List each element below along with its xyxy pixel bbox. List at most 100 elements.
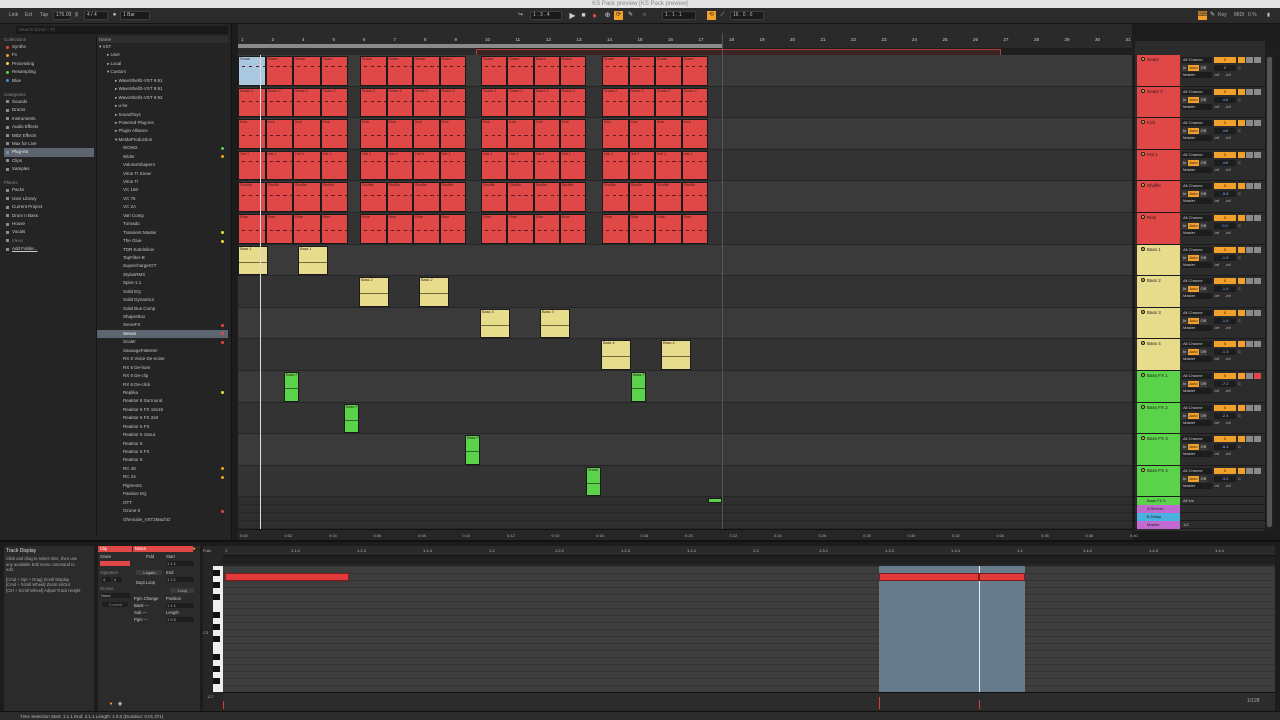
audio-to-selector[interactable]: Master [1182,451,1212,458]
track-header[interactable]: Bass 1 All Channe In Auto Off Master 0 -1.6 -inf… [1135,244,1265,277]
arm-button[interactable] [1246,373,1253,379]
return-track-header[interactable]: A Reverb [1135,505,1265,514]
arrangement-lane[interactable]: Bass FX [238,434,1132,466]
play-icon[interactable]: ▶ [568,11,577,20]
midi-clip[interactable]: Kick [559,119,586,149]
track-header[interactable]: Kick All Channe In Auto Off Master 0 -inf -inf -i… [1135,118,1265,150]
track-header[interactable]: Hat 1 All Channe In Auto Off Master 0 -inf -inf -… [1135,149,1265,182]
arm-button[interactable] [1246,404,1253,411]
key-map-button[interactable]: Key [1218,11,1227,20]
category-item[interactable]: Sounds [4,98,94,106]
midi-from-selector[interactable]: All Channe [1182,57,1212,63]
session-record-icon[interactable]: ⟳ [614,11,623,20]
link-button[interactable]: Link [9,11,18,20]
monitor-auto[interactable]: Auto [1188,412,1199,419]
browser-file-item[interactable]: TDR Kotelnikov [97,246,228,254]
track-send-value[interactable]: -8.4 [1214,444,1236,451]
track-pan[interactable]: C [1238,318,1241,323]
solo-button[interactable] [1238,467,1245,474]
midi-clip[interactable]: Ride [559,214,586,244]
midi-clip[interactable]: Hat 1 [439,150,466,181]
clip-tab[interactable]: Clip [98,546,132,552]
track-send-value[interactable]: -1.6 [1214,254,1236,261]
track-sends[interactable]: -inf -inf [1214,198,1254,204]
midi-clip[interactable]: Ride [265,214,293,244]
midi-clip[interactable]: Hat 1 [386,150,413,181]
black-key[interactable] [213,582,220,588]
midi-clip[interactable]: Hat 1 [293,150,321,181]
track-sends[interactable]: -inf -inf [1214,483,1254,489]
send-a[interactable]: -inf [1214,105,1219,109]
track-header[interactable]: Bass FX 4 All Channe In Auto Off Master 0 -3.6-… [1135,465,1265,498]
place-item[interactable]: Drum n Bass [4,212,94,220]
return-lane[interactable] [238,505,1132,514]
midi-clip[interactable]: Hat 1 [320,150,348,181]
midi-clip[interactable]: Snare [386,56,413,86]
record-arm-button[interactable] [1254,341,1261,348]
return-track-header[interactable]: Bass FX 5 All Ins [1135,497,1265,506]
midi-clip[interactable]: Snare 2 [386,87,413,118]
record-arm-button[interactable] [1254,57,1261,63]
track-sends[interactable]: -inf -inf [1214,262,1254,268]
browser-file-item[interactable]: The Glue [97,237,228,245]
send-b[interactable]: -inf [1225,389,1230,393]
send-a[interactable]: -inf [1214,199,1219,203]
monitor-auto[interactable]: Auto [1188,444,1199,451]
audio-to-selector[interactable]: Master [1182,356,1212,363]
midi-clip[interactable]: Snare [439,56,466,86]
record-arm-button[interactable] [1254,278,1261,285]
send-a[interactable]: -inf [1214,263,1219,267]
track-volume[interactable]: 0 [1214,57,1236,63]
midi-clip[interactable]: Bass FX [465,435,480,465]
midi-clip[interactable]: Hat 1 [533,150,560,181]
velocity-stem[interactable] [979,700,980,709]
midi-clip[interactable]: Snare 2 [655,87,682,118]
track-header[interactable]: Bass FX 2 All Channe In Auto Off Master 0 -2.4-… [1135,402,1265,435]
track-send-value[interactable]: -inf [1214,128,1236,135]
track-name-area[interactable]: Bass 3 [1137,307,1180,339]
solo-button[interactable] [1238,151,1245,158]
midi-clip[interactable]: Ride [320,214,348,244]
midi-clip[interactable]: Hat 1 [360,150,387,181]
solo-button[interactable] [1238,88,1245,95]
loop-brace[interactable] [238,44,723,48]
midi-clip[interactable]: Hat 1 [481,150,508,181]
monitor-auto[interactable]: Auto [1188,349,1199,356]
monitor-in[interactable]: In [1182,444,1188,451]
monitor-auto[interactable]: Auto [1188,96,1199,103]
category-item[interactable]: Max for Live [4,140,94,148]
record-arm-button[interactable] [1254,467,1261,474]
browser-file-item[interactable]: ▸ WaveShell2-VST 9.91 [97,77,228,85]
midi-clip[interactable]: Snare [413,56,440,86]
track-pan[interactable]: C [1238,444,1241,449]
track-volume[interactable]: 0 [1214,278,1236,285]
arrangement-lanes[interactable]: Snare Snare Snare Snare Snare Snare Snare Snare… [238,55,1132,529]
collection-item[interactable]: Fx [4,51,94,59]
monitor-in[interactable]: In [1182,159,1188,166]
browser-file-item[interactable]: RX 6 Voice De-noise [97,355,228,363]
arm-button[interactable] [1246,278,1253,285]
midi-clip[interactable]: Hat 1 [265,150,293,181]
midi-clip[interactable]: Shuffle [655,182,682,212]
browser-file-item[interactable]: Solid EQ [97,288,228,296]
browser-file-item[interactable]: ServeFX [97,321,228,329]
arrangement-lane[interactable]: Ride Ride Ride Ride Ride Ride Ride Ride Ride Ride… [238,213,1132,245]
solo-button[interactable] [1238,57,1245,63]
midi-clip[interactable]: Hat 1 [413,150,440,181]
track-pan[interactable]: C [1238,223,1241,228]
browser-file-item[interactable]: Virus TI Snow [97,170,228,178]
midi-from-selector[interactable]: All Channe [1182,278,1212,285]
browser-file-item[interactable]: RX 6 De-hum [97,364,228,372]
midi-clip[interactable]: Ride [533,214,560,244]
track-activator-icon[interactable] [1141,246,1145,251]
midi-clip[interactable]: Bass 3 [540,308,570,339]
midi-clip[interactable]: Snare [559,56,586,86]
track-send-value[interactable]: -3.6 [1214,475,1236,482]
browser-file-item[interactable]: Reaktor 6 [97,456,228,464]
track-activator-icon[interactable] [1141,88,1145,93]
send-b[interactable]: -inf [1225,263,1230,267]
track-name-area[interactable]: Bass 2 [1137,276,1180,307]
track-sends[interactable]: -inf -inf [1214,325,1254,331]
monitor-off[interactable]: Off [1199,159,1207,166]
arm-button[interactable] [1246,151,1253,158]
